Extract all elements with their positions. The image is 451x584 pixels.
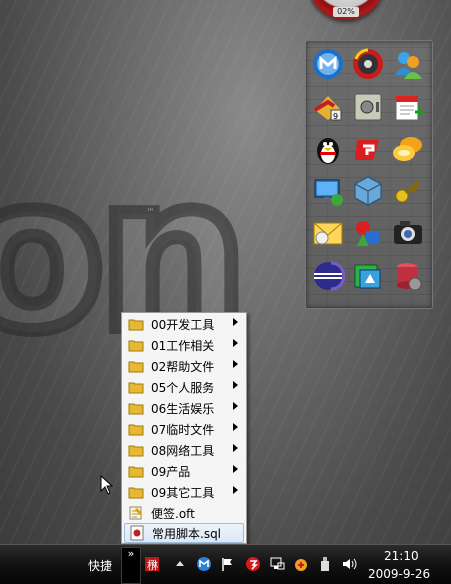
svg-text:㮊: 㮊 [147,558,158,572]
safe-vault-icon[interactable] [350,89,386,125]
clock-date[interactable]: 2009-9-26 [368,567,430,581]
office-suite-icon[interactable]: 9 [310,89,346,125]
menu-item-label: 07临时文件 [151,422,215,437]
eclipse-icon[interactable] [310,258,346,294]
submenu-arrow-icon [233,465,238,473]
icon-dock: 9 [305,40,433,309]
menu-item-label: 02帮助文件 [151,359,215,374]
submenu-arrow-icon [233,360,238,368]
calendar-notes-icon[interactable] [390,89,426,125]
folder-icon [128,484,144,500]
screen-capture-icon[interactable] [350,258,386,294]
menu-item-label: 05个人服务 [151,380,215,395]
submenu-arrow-icon [233,423,238,431]
outlook-icon[interactable] [310,215,346,251]
folder-icon [128,337,144,353]
chat-bubbles-icon[interactable] [390,131,426,167]
folder-icon [128,379,144,395]
menu-item-01-work[interactable]: 01工作相关 [124,335,244,355]
menu-item-00-dev-tools[interactable]: 00开发工具 [124,314,244,334]
mouse-cursor-icon [100,475,114,495]
network-icon[interactable] [268,555,286,573]
folder-icon [128,421,144,437]
folder-icon [128,463,144,479]
menu-item-label: 01工作相关 [151,338,215,353]
submenu-arrow-icon [233,444,238,452]
submenu-arrow-icon [233,339,238,347]
submenu-arrow-icon [233,381,238,389]
maxthon-tray-icon[interactable] [195,555,213,573]
key-tool-icon[interactable] [390,173,426,209]
remote-desktop-icon[interactable] [310,173,346,209]
usb-device-icon[interactable] [316,555,334,573]
menu-item-07-temp-files[interactable]: 07临时文件 [124,419,244,439]
menu-item-09-other-tools[interactable]: 09其它工具 [124,482,244,502]
menu-item-02-help-files[interactable]: 02帮助文件 [124,356,244,376]
folder-icon [128,400,144,416]
submenu-arrow-icon [233,318,238,326]
note-icon [128,505,144,521]
quick-launch-menu: 00开发工具 01工作相关 02帮助文件 05个人服务 06生活娱乐 07临时文… [121,312,247,544]
menu-item-label: 常用脚本.sql [152,526,222,541]
msn-messenger-icon[interactable] [390,46,426,82]
menu-item-label: 00开发工具 [151,317,215,332]
virtualbox-icon[interactable] [350,173,386,209]
show-hidden-icons-chevron[interactable] [171,555,189,573]
input-method-icon[interactable]: 㮊 [143,555,161,573]
taskbar: 快捷 » 㮊 21:10 2009-9-26 [0,544,451,584]
menu-item-06-entertainment[interactable]: 06生活娱乐 [124,398,244,418]
database-icon[interactable] [390,258,426,294]
menu-item-05-personal[interactable]: 05个人服务 [124,377,244,397]
volume-icon[interactable] [340,555,358,573]
menu-item-label: 09产品 [151,464,191,479]
bt-download-icon[interactable] [292,555,310,573]
clock-time[interactable]: 21:10 [384,549,419,563]
folder-icon [128,358,144,374]
camera-icon[interactable] [390,215,426,251]
toolbar-label-quick[interactable]: 快捷 [88,557,112,574]
menu-item-08-network-tools[interactable]: 08网络工具 [124,440,244,460]
maxthon-browser-icon[interactable] [310,46,346,82]
foxit-reader-icon[interactable] [350,131,386,167]
folder-icon [128,442,144,458]
antivirus-icon[interactable] [244,555,262,573]
menu-item-label: 06生活娱乐 [151,401,215,416]
menu-item-09-products[interactable]: 09产品 [124,461,244,481]
shapes-tool-icon[interactable] [350,215,386,251]
disk-tool-icon[interactable] [350,46,386,82]
menu-item-label: 09其它工具 [151,485,215,500]
toolbar-expand-button[interactable]: » [121,547,141,584]
menu-item-label: 08网络工具 [151,443,215,458]
menu-item-label: 便签.oft [151,506,195,521]
menu-item-note-oft[interactable]: 便签.oft [124,503,244,523]
qq-penguin-icon[interactable] [310,131,346,167]
wallpaper-trademark: ™ [146,208,155,218]
svg-text:9: 9 [333,112,338,121]
sql-file-icon [129,525,145,541]
submenu-arrow-icon [233,486,238,494]
action-center-flag-icon[interactable] [219,555,237,573]
menu-item-common-sql[interactable]: 常用脚本.sql [124,523,244,543]
folder-icon [128,316,144,332]
cpu-meter-value: 02% [333,7,359,17]
submenu-arrow-icon [233,402,238,410]
